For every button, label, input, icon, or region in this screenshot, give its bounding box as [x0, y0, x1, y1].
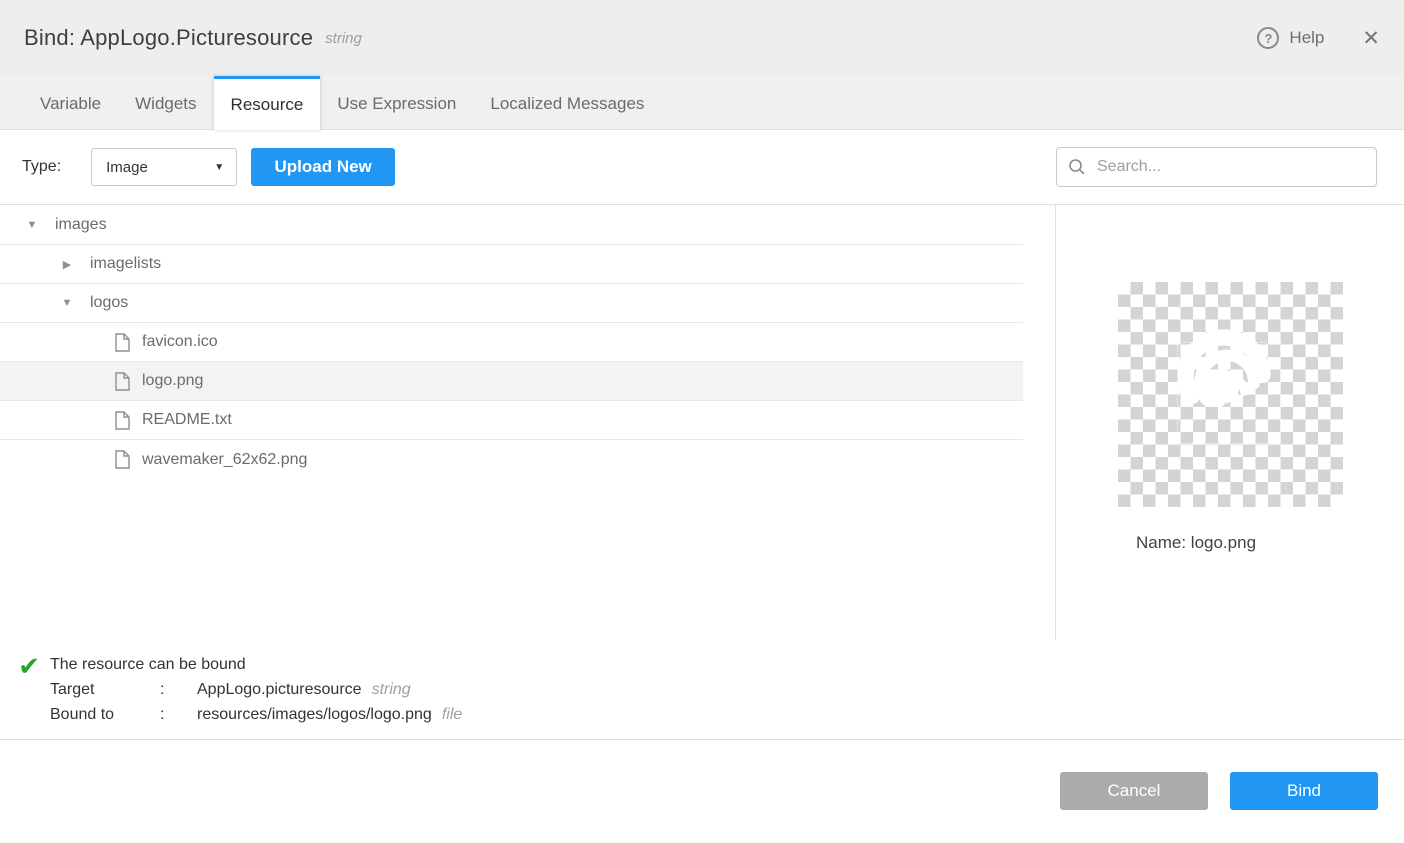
cancel-button[interactable]: Cancel	[1060, 772, 1208, 810]
chevron-down-icon[interactable]: ▼	[60, 297, 74, 309]
status-boundto-label: Bound to	[50, 702, 160, 727]
status-target-type: string	[372, 677, 411, 702]
status-bar: ✔ The resource can be bound Target : App…	[0, 640, 1404, 740]
help-button[interactable]: ? Help	[1257, 27, 1324, 49]
type-label: Type:	[22, 158, 61, 176]
tree-item-label: imagelists	[90, 255, 161, 273]
image-preview	[1118, 282, 1343, 507]
tab-widgets[interactable]: Widgets	[118, 76, 213, 129]
tree-item-label: wavemaker_62x62.png	[142, 451, 307, 469]
status-target-row: Target : AppLogo.picturesource string	[50, 677, 462, 702]
bind-button[interactable]: Bind	[1230, 772, 1378, 810]
status-boundto-row: Bound to : resources/images/logos/logo.p…	[50, 702, 462, 727]
title-type-badge: string	[325, 30, 362, 47]
search-box	[1056, 147, 1377, 187]
resource-tree: ▼ images ▶ imagelists ▼ logos favicon.ic…	[0, 205, 1055, 640]
help-icon: ?	[1257, 27, 1279, 49]
tree-item-label: logos	[90, 294, 128, 312]
tab-resource[interactable]: Resource	[214, 76, 321, 130]
tree-item-label: README.txt	[142, 411, 232, 429]
resource-content: ▼ images ▶ imagelists ▼ logos favicon.ic…	[0, 205, 1404, 640]
tree-item-label: images	[55, 216, 107, 234]
search-icon	[1068, 158, 1086, 176]
search-input[interactable]	[1056, 147, 1377, 187]
dialog-header: Bind: AppLogo.Picturesource string ? Hel…	[0, 0, 1404, 76]
preview-panel: Name: logo.png	[1056, 205, 1404, 640]
tree-item-imagelists[interactable]: ▶ imagelists	[0, 245, 1023, 284]
tab-variable[interactable]: Variable	[23, 76, 118, 129]
file-icon	[115, 333, 130, 352]
file-icon	[115, 450, 130, 469]
type-select-value: Image	[106, 159, 214, 176]
tree-item-label: logo.png	[142, 372, 203, 390]
logo-image	[1178, 327, 1274, 423]
tab-localized-messages[interactable]: Localized Messages	[473, 76, 661, 129]
dropdown-arrow-icon: ▼	[214, 162, 224, 173]
status-message: The resource can be bound	[50, 653, 462, 677]
file-icon	[115, 411, 130, 430]
tab-bar: Variable Widgets Resource Use Expression…	[0, 76, 1404, 130]
tree-item-readme[interactable]: README.txt	[0, 401, 1023, 440]
status-boundto-type: file	[442, 702, 462, 727]
status-boundto-value: resources/images/logos/logo.png	[197, 702, 432, 727]
chevron-right-icon[interactable]: ▶	[60, 258, 74, 271]
dialog-footer: Cancel Bind	[0, 740, 1404, 842]
type-select[interactable]: Image ▼	[91, 148, 237, 186]
close-icon[interactable]: ✕	[1362, 28, 1380, 49]
tree-item-favicon[interactable]: favicon.ico	[0, 323, 1023, 362]
dialog-title: Bind: AppLogo.Picturesource	[24, 25, 313, 51]
tab-use-expression[interactable]: Use Expression	[320, 76, 473, 129]
tree-item-label: favicon.ico	[142, 333, 218, 351]
tree-item-wavemaker-png[interactable]: wavemaker_62x62.png	[0, 440, 1023, 479]
file-icon	[115, 372, 130, 391]
upload-new-button[interactable]: Upload New	[251, 148, 395, 186]
status-target-value: AppLogo.picturesource	[197, 677, 362, 702]
status-target-label: Target	[50, 677, 160, 702]
tree-item-logo-png[interactable]: logo.png	[0, 362, 1023, 401]
success-check-icon: ✔	[18, 651, 40, 681]
bind-dialog: Bind: AppLogo.Picturesource string ? Hel…	[0, 0, 1404, 843]
tree-item-logos[interactable]: ▼ logos	[0, 284, 1023, 323]
preview-name: Name: logo.png	[1056, 533, 1256, 553]
help-label: Help	[1289, 28, 1324, 48]
resource-toolbar: Type: Image ▼ Upload New	[0, 130, 1404, 205]
tree-item-images[interactable]: ▼ images	[0, 206, 1023, 245]
chevron-down-icon[interactable]: ▼	[25, 219, 39, 231]
